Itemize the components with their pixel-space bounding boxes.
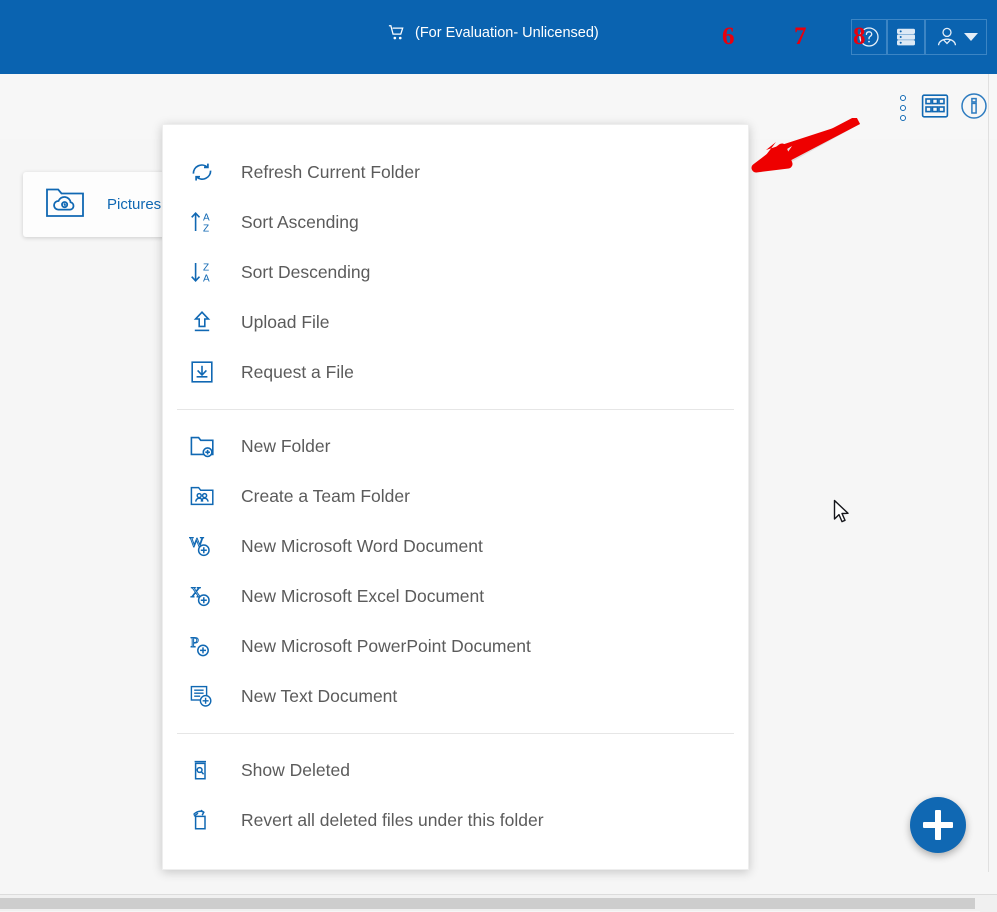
menu-item-upload-file[interactable]: Upload File [163,297,748,347]
menu-item-new-microsoft-word-document[interactable]: W New Microsoft Word Document [163,521,748,571]
show-deleted-icon [189,755,223,785]
question-circle-icon [857,25,881,49]
user-avatar-icon [935,25,959,49]
menu-item-label: New Folder [241,435,331,456]
top-header-bar: (For Evaluation- Unlicensed) 6 7 8 [0,0,997,74]
powerpoint-document-icon: P [189,631,223,661]
menu-item-new-text-document[interactable]: New Text Document [163,671,748,721]
word-document-icon: W [189,531,223,561]
menu-item-new-microsoft-powerpoint-document[interactable]: P New Microsoft PowerPoint Document [163,621,748,671]
sub-toolbar-actions [895,91,989,124]
excel-document-icon: X [189,581,223,611]
menu-item-label: Revert all deleted files under this fold… [241,809,544,830]
new-folder-icon [189,431,223,461]
more-menu-button[interactable] [895,93,911,123]
menu-item-new-microsoft-excel-document[interactable]: X New Microsoft Excel Document [163,571,748,621]
chevron-down-icon [963,33,978,41]
menu-item-label: New Microsoft Word Document [241,535,483,556]
user-account-button[interactable] [925,19,987,55]
menu-item-label: New Microsoft PowerPoint Document [241,635,531,656]
menu-item-label: New Microsoft Excel Document [241,585,485,606]
grid-view-icon [921,93,949,122]
three-dots-vertical-icon [895,93,911,123]
storage-button[interactable] [887,19,925,55]
menu-item-show-deleted[interactable]: Show Deleted [163,745,748,795]
menu-item-create-a-team-folder[interactable]: Create a Team Folder [163,471,748,521]
details-info-button[interactable] [959,91,989,124]
menu-item-sort-descending[interactable]: Z A Sort Descending [163,247,748,297]
menu-item-label: Request a File [241,361,354,382]
evaluation-notice-text: (For Evaluation- Unlicensed) [415,25,599,41]
cloud-folder-icon [45,185,85,224]
shopping-cart-icon [388,24,406,42]
team-folder-icon [189,481,223,511]
menu-item-label: Sort Ascending [241,211,359,232]
text-document-icon [189,681,223,711]
menu-item-label: Show Deleted [241,759,350,780]
svg-text:Z: Z [203,224,209,235]
annotation-6: 6 [722,23,735,50]
folder-name-label: Pictures [107,196,162,213]
menu-group-deleted-items: Show Deleted Revert all deleted files un… [163,745,748,845]
menu-item-label: Sort Descending [241,261,371,282]
menu-item-new-folder[interactable]: New Folder [163,421,748,471]
svg-text:A: A [203,213,210,224]
menu-group-create-new: New Folder Create a Team Folder W New Mi… [163,421,748,721]
sort-descending-icon: Z A [189,257,223,287]
menu-item-refresh-current-folder[interactable]: Refresh Current Folder [163,147,748,197]
menu-item-request-a-file[interactable]: Request a File [163,347,748,397]
evaluation-notice: (For Evaluation- Unlicensed) [388,24,599,42]
add-button[interactable] [910,797,966,853]
svg-text:A: A [203,274,210,285]
context-menu: Refresh Current Folder A Z Sort Ascendin… [162,124,749,870]
panel-divider [988,74,989,872]
menu-separator [177,733,734,734]
help-button[interactable] [851,19,887,55]
menu-item-label: New Text Document [241,685,398,706]
svg-text:Z: Z [203,263,209,274]
menu-item-revert-all-deleted-files[interactable]: Revert all deleted files under this fold… [163,795,748,845]
menu-item-sort-ascending[interactable]: A Z Sort Ascending [163,197,748,247]
refresh-icon [189,157,223,187]
menu-group-file-actions: Refresh Current Folder A Z Sort Ascendin… [163,147,748,397]
scrollbar-thumb[interactable] [0,898,975,909]
annotation-7: 7 [794,23,807,50]
revert-deleted-icon [189,805,223,835]
grid-view-button[interactable] [921,93,949,122]
header-actions [851,19,987,55]
scrollbar-corner [980,895,997,912]
horizontal-scrollbar[interactable] [0,894,997,912]
server-stack-icon [894,25,918,49]
menu-item-label: Upload File [241,311,330,332]
sort-ascending-icon: A Z [189,207,223,237]
application-window: (For Evaluation- Unlicensed) 6 7 8 Pictu… [0,0,997,912]
menu-item-label: Refresh Current Folder [241,161,420,182]
info-circle-icon [959,91,989,124]
menu-item-label: Create a Team Folder [241,485,410,506]
request-file-icon [189,357,223,387]
menu-separator [177,409,734,410]
upload-file-icon [189,307,223,337]
